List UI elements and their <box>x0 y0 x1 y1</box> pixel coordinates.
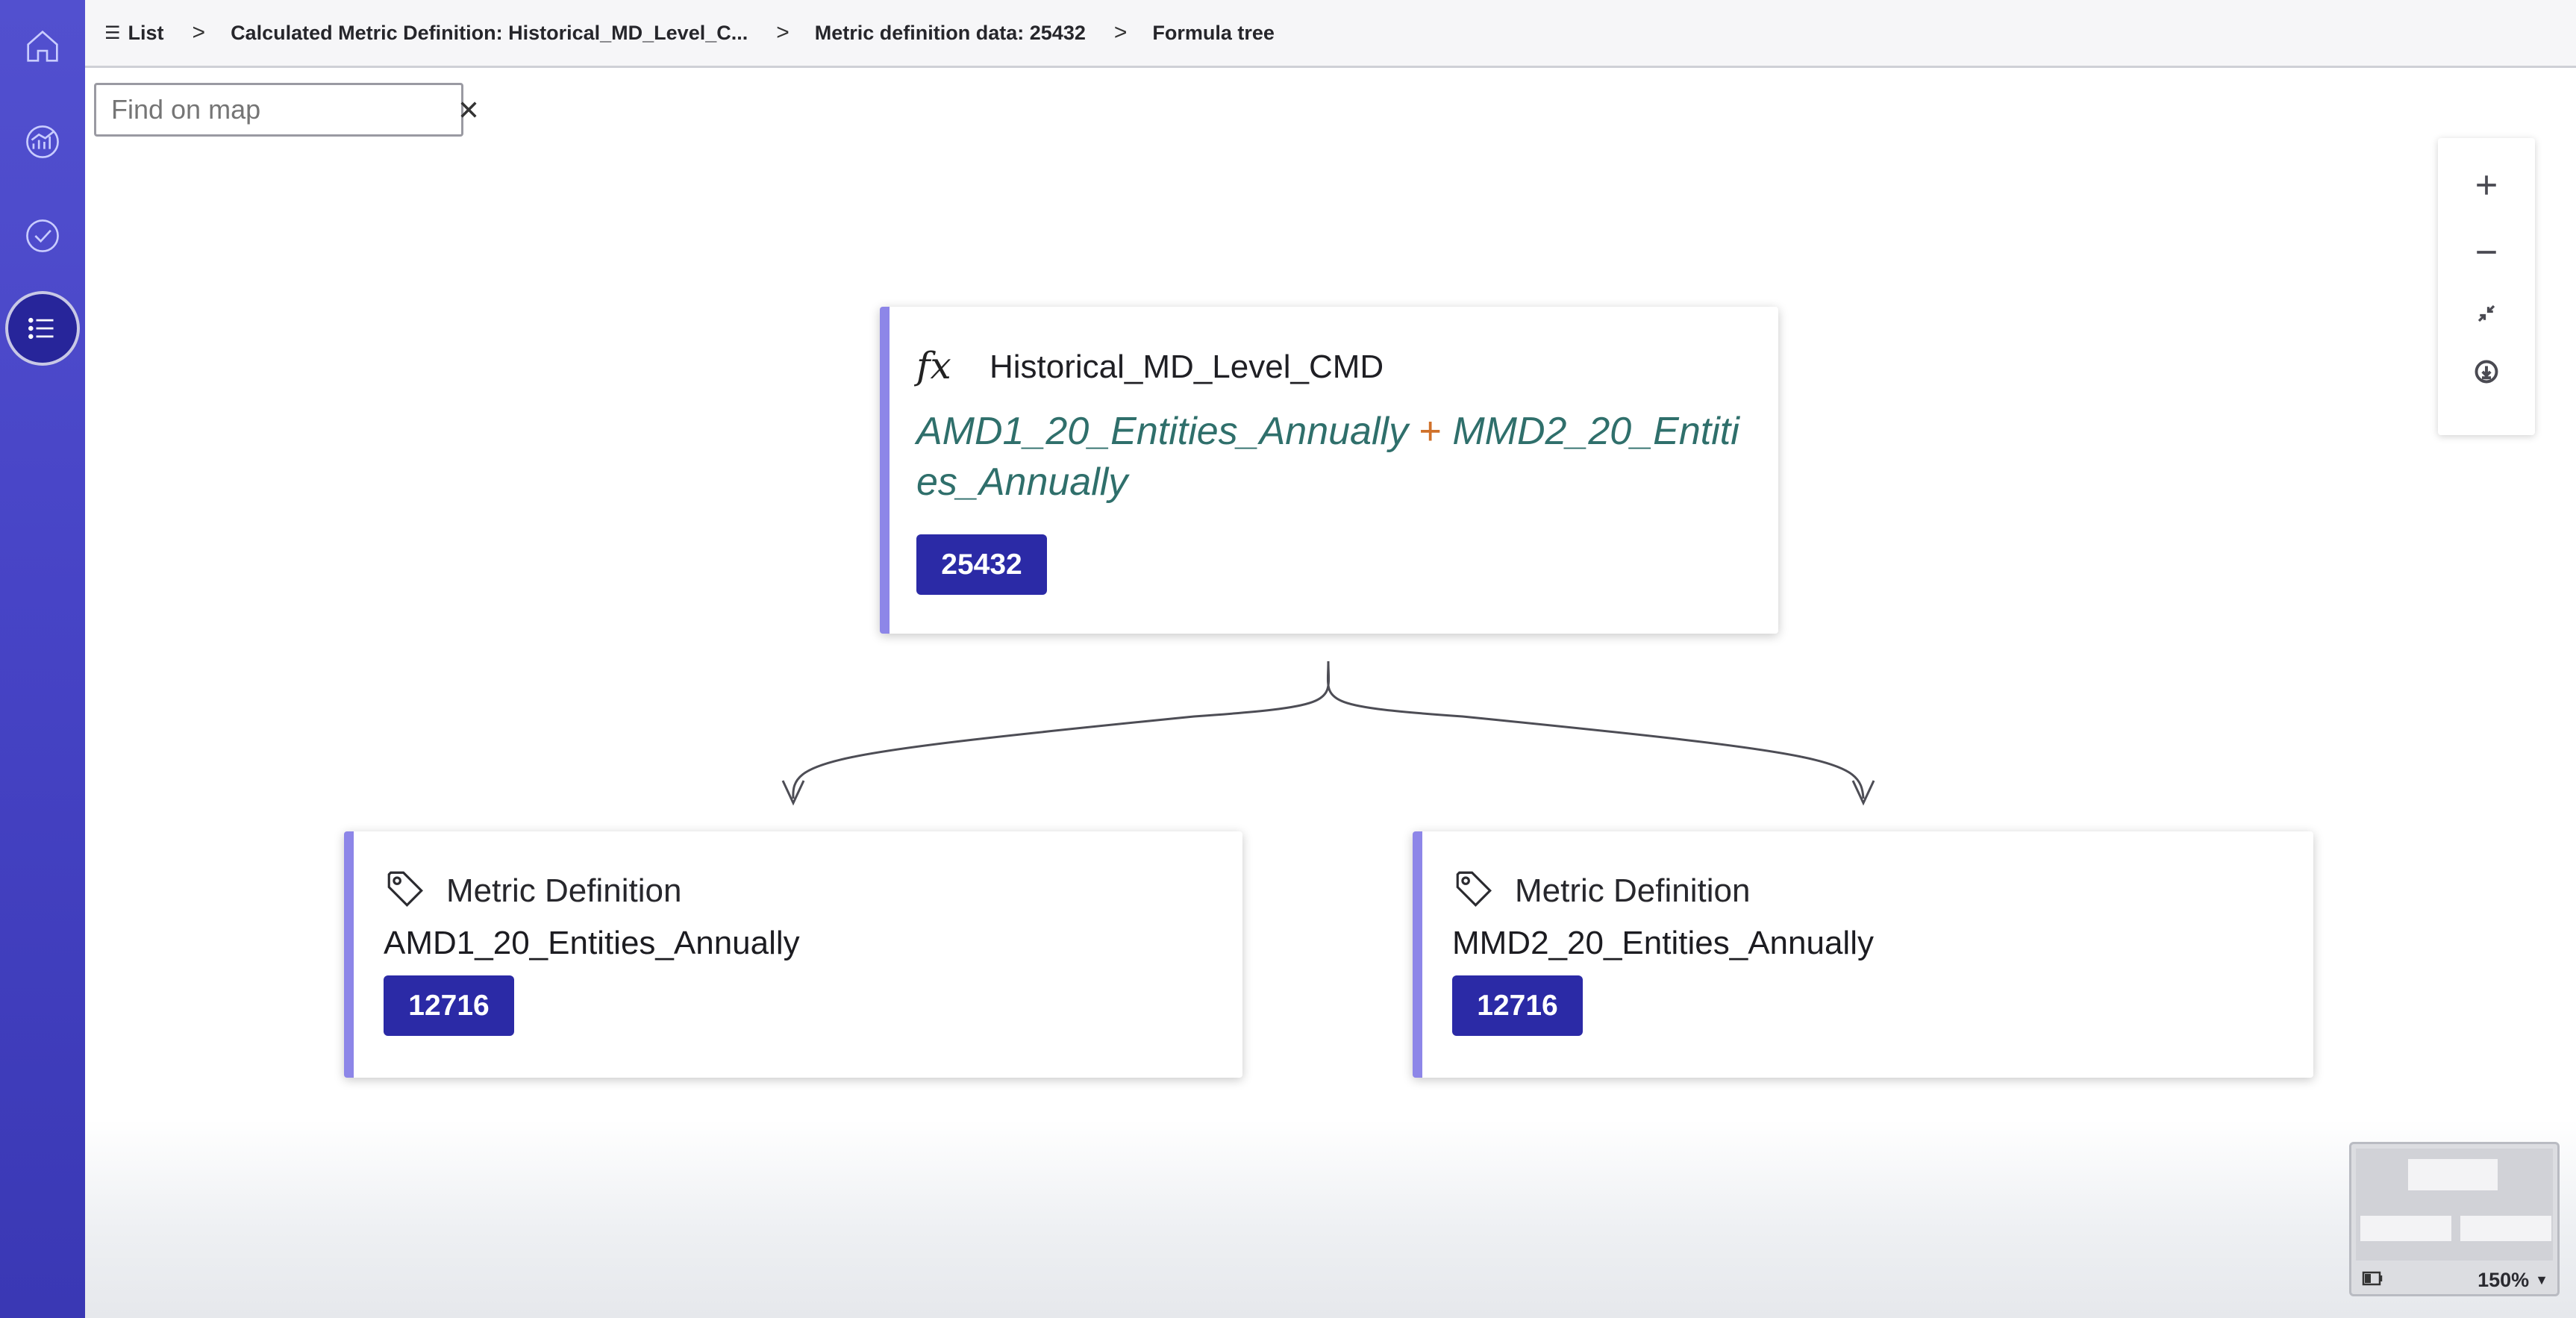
breadcrumb-label: Calculated Metric Definition: Historical… <box>231 21 748 44</box>
list-glyph-icon: ☰ <box>104 22 121 43</box>
close-icon[interactable] <box>458 97 479 122</box>
caret-down-icon: ▼ <box>2535 1272 2548 1287</box>
value-badge: 25432 <box>916 534 1047 595</box>
formula-operand-left[interactable]: AMD1_20_Entities_Annually <box>916 410 1408 453</box>
side-nav <box>0 0 85 1318</box>
chevron-right-icon: > <box>1113 20 1128 45</box>
zoom-level-select[interactable]: 150% ▼ <box>2477 1269 2548 1292</box>
node-type-label: Metric Definition <box>446 872 682 909</box>
list-icon[interactable] <box>5 291 80 366</box>
breadcrumb-metric-data[interactable]: Metric definition data: 25432 <box>815 22 1086 45</box>
zoom-in-icon[interactable] <box>2438 159 2535 211</box>
minimap-footer: 150% ▼ <box>2351 1264 2557 1296</box>
node-name: MMD2_20_Entities_Annually <box>1452 925 1874 961</box>
home-icon[interactable] <box>5 9 80 84</box>
minimap-child-node <box>2360 1216 2451 1241</box>
metric-definition-node[interactable]: Metric Definition AMD1_20_Entities_Annua… <box>344 831 1242 1078</box>
breadcrumb-label: List <box>128 21 164 44</box>
minimap-root-node <box>2408 1159 2498 1190</box>
canvas-bottom-fade <box>85 1119 2576 1318</box>
zoom-level-value: 150% <box>2477 1268 2530 1291</box>
minimap[interactable]: 150% ▼ <box>2349 1142 2560 1296</box>
find-on-map-input[interactable] <box>111 94 458 125</box>
download-icon[interactable] <box>2438 346 2535 398</box>
chevron-right-icon: > <box>192 20 206 45</box>
formula-expression: AMD1_20_Entities_Annually + MMD2_20_Enti… <box>916 406 1760 507</box>
metric-definition-node[interactable]: Metric Definition MMD2_20_Entities_Annua… <box>1413 831 2313 1078</box>
formula-root-node[interactable]: fx Historical_MD_Level_CMD AMD1_20_Entit… <box>880 307 1778 634</box>
zoom-controls <box>2438 138 2535 435</box>
tag-icon <box>1452 867 1495 911</box>
check-circle-icon[interactable] <box>5 199 80 273</box>
breadcrumb-formula-tree: Formula tree <box>1152 22 1275 45</box>
breadcrumb-calculated-metric[interactable]: Calculated Metric Definition: Historical… <box>231 22 748 45</box>
breadcrumb-label: Metric definition data: 25432 <box>814 21 1086 44</box>
formula-operator: + <box>1419 410 1442 453</box>
breadcrumb: ☰ List > Calculated Metric Definition: H… <box>85 0 2576 68</box>
zoom-out-icon[interactable] <box>2438 226 2535 278</box>
formula-node-title: Historical_MD_Level_CMD <box>990 349 1384 385</box>
value-badge: 12716 <box>384 975 514 1036</box>
value-badge: 12716 <box>1452 975 1583 1036</box>
find-on-map-field <box>94 83 477 137</box>
minimap-viewport[interactable] <box>2356 1149 2553 1261</box>
minimap-child-node <box>2460 1216 2551 1241</box>
tag-icon <box>384 867 427 911</box>
node-type-label: Metric Definition <box>1515 872 1751 909</box>
fit-to-screen-icon[interactable] <box>2438 287 2535 340</box>
breadcrumb-list[interactable]: ☰ List <box>104 22 164 45</box>
node-name: AMD1_20_Entities_Annually <box>384 925 800 961</box>
minimap-toggle-icon[interactable] <box>2362 1269 2384 1291</box>
chevron-right-icon: > <box>776 20 790 45</box>
function-fx-icon: fx <box>916 344 951 387</box>
breadcrumb-current-label: Formula tree <box>1152 21 1275 44</box>
analytics-icon[interactable] <box>5 104 80 179</box>
